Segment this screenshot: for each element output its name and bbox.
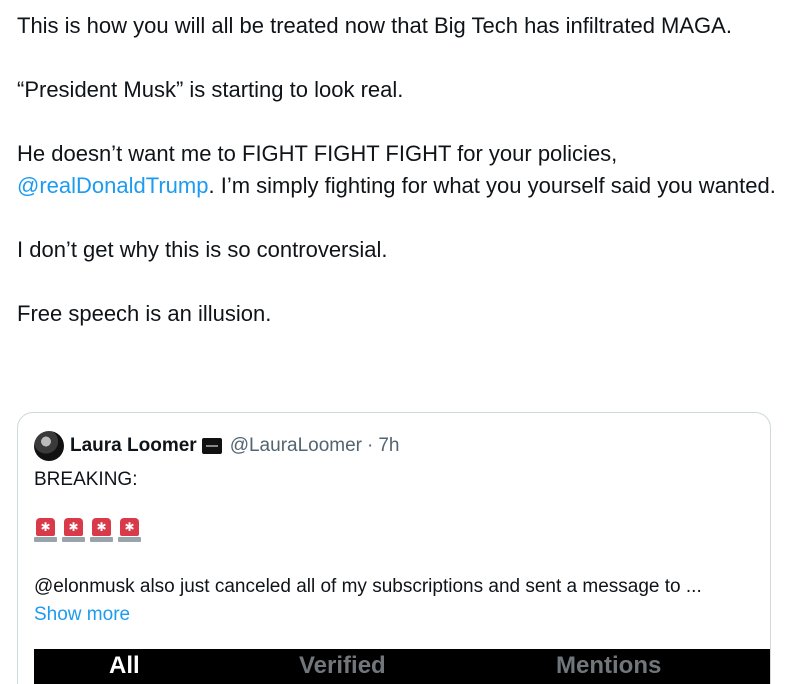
siren-glyph: ✱ <box>92 518 111 536</box>
tab-mentions[interactable]: Mentions <box>556 649 661 683</box>
tweet-paragraph-4: I don’t get why this is so controversial… <box>17 237 388 262</box>
police-siren-icon: ✱ <box>90 518 113 543</box>
police-siren-icon: ✱ <box>62 518 85 543</box>
tweet-text: This is how you will all be treated now … <box>17 10 777 330</box>
tab-verified[interactable]: Verified <box>299 649 386 683</box>
siren-base <box>90 537 113 542</box>
siren-glyph: ✱ <box>36 518 55 536</box>
author-name[interactable]: Laura Loomer <box>70 435 197 457</box>
tab-all[interactable]: All <box>109 649 140 683</box>
quoted-tweet-line: @elonmusk also just canceled all of my s… <box>34 576 702 597</box>
police-siren-icon: ✱ <box>34 518 57 543</box>
police-siren-icon: ✱ <box>118 518 141 543</box>
siren-glyph: ✱ <box>120 518 139 536</box>
tweet-paragraph-3-end: . I’m simply fighting for what you yours… <box>208 173 776 198</box>
separator-dot: · <box>367 435 374 456</box>
tweet-paragraph-1: This is how you will all be treated now … <box>17 13 732 38</box>
show-more-link[interactable]: Show more <box>34 601 702 629</box>
tweet-paragraph-3-start: He doesn’t want me to FIGHT FIGHT FIGHT … <box>17 141 618 166</box>
quoted-tweet-text: @elonmusk also just canceled all of my s… <box>34 573 702 629</box>
media-tab-bar: All Verified Mentions <box>34 649 770 684</box>
tweet-paragraph-5: Free speech is an illusion. <box>17 301 272 326</box>
siren-base <box>62 537 85 542</box>
siren-base <box>118 537 141 542</box>
quoted-tweet-breaking: BREAKING: <box>34 469 138 490</box>
affiliation-badge-icon <box>201 438 222 454</box>
quoted-tweet-card[interactable]: Laura Loomer @LauraLoomer · 7h BREAKING:… <box>17 412 771 684</box>
siren-glyph: ✱ <box>64 518 83 536</box>
author-handle[interactable]: @LauraLoomer <box>230 435 362 457</box>
tweet-paragraph-3: He doesn’t want me to FIGHT FIGHT FIGHT … <box>17 138 777 202</box>
timestamp[interactable]: 7h <box>378 435 399 457</box>
siren-emoji-row: ✱ ✱ ✱ ✱ <box>34 518 141 543</box>
quoted-tweet-header: Laura Loomer @LauraLoomer · 7h <box>34 431 399 461</box>
tweet-body: This is how you will all be treated now … <box>17 10 777 362</box>
tweet-paragraph-2: “President Musk” is starting to look rea… <box>17 77 404 102</box>
mention-link[interactable]: @realDonaldTrump <box>17 173 208 198</box>
siren-base <box>34 537 57 542</box>
avatar[interactable] <box>34 431 64 461</box>
